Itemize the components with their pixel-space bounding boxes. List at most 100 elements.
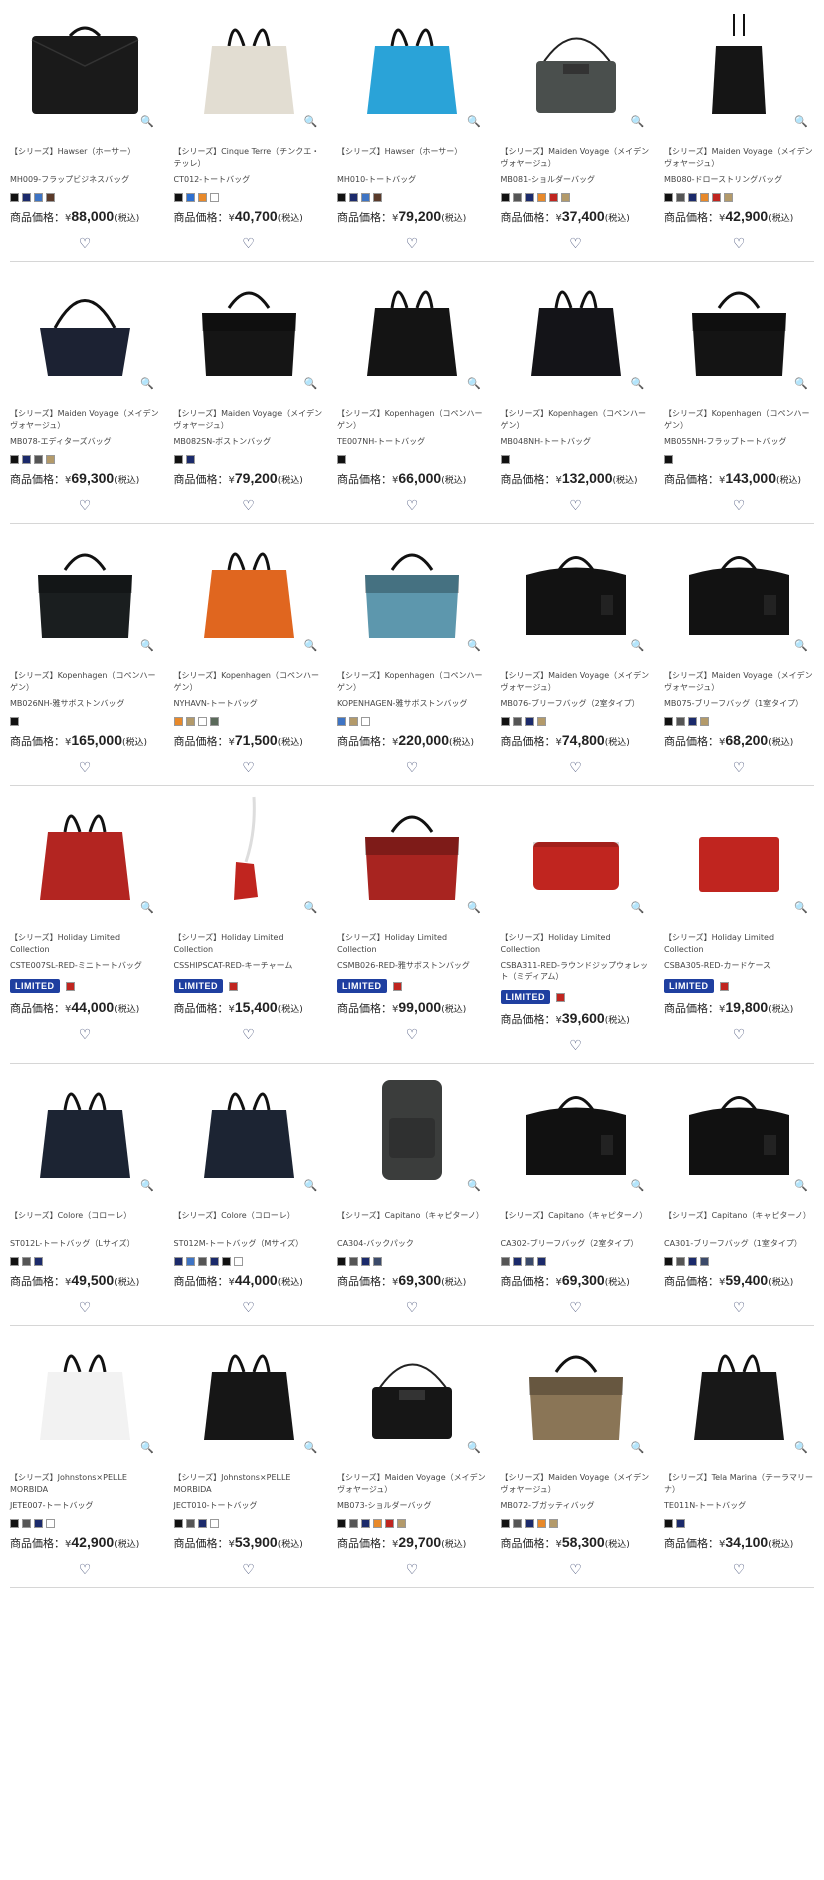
favorite-heart-icon[interactable]: ♡ — [10, 235, 160, 261]
color-swatch[interactable] — [22, 193, 31, 202]
series-label[interactable]: 【シリーズ】Hawser（ホーサー） — [10, 146, 160, 170]
favorite-heart-icon[interactable]: ♡ — [664, 1299, 814, 1325]
color-swatch[interactable] — [512, 193, 522, 202]
favorite-heart-icon[interactable]: ♡ — [337, 759, 487, 785]
product-card[interactable]: 🔍 【シリーズ】Hawser（ホーサー） MH009-フラップビジネスバッグ 商品価格… — [10, 6, 160, 261]
favorite-heart-icon[interactable]: ♡ — [664, 235, 814, 261]
product-card[interactable]: 🔍 【シリーズ】Kopenhagen（コペンハーゲン） NYHAVN-トートバッグ商… — [173, 530, 324, 785]
favorite-heart-icon[interactable]: ♡ — [10, 497, 160, 523]
product-image[interactable]: 🔍 — [174, 268, 324, 390]
color-swatch[interactable] — [349, 1519, 358, 1528]
color-swatch[interactable] — [500, 717, 510, 726]
color-swatch[interactable] — [700, 717, 709, 726]
series-label[interactable]: 【シリーズ】Capitano（キャピターノ） — [501, 1210, 651, 1234]
favorite-heart-icon[interactable]: ♡ — [337, 235, 487, 261]
color-swatch[interactable] — [197, 1257, 207, 1266]
series-label[interactable]: 【シリーズ】Kopenhagen（コペンハーゲン） — [337, 408, 487, 432]
series-label[interactable]: 【シリーズ】Holiday Limited Collection — [337, 932, 487, 956]
favorite-heart-icon[interactable]: ♡ — [10, 1299, 160, 1325]
color-swatch[interactable] — [65, 981, 75, 991]
zoom-icon[interactable]: 🔍 — [794, 901, 808, 914]
product-name[interactable]: CSTE007SL-RED-ミニトートバッグ — [10, 960, 160, 971]
favorite-heart-icon[interactable]: ♡ — [10, 1561, 160, 1587]
zoom-icon[interactable]: 🔍 — [140, 377, 154, 390]
color-swatch[interactable] — [233, 1257, 243, 1266]
zoom-icon[interactable]: 🔍 — [140, 1179, 154, 1192]
color-swatch[interactable] — [548, 193, 558, 202]
product-image[interactable]: 🔍 — [337, 268, 487, 390]
zoom-icon[interactable]: 🔍 — [304, 377, 318, 390]
favorite-heart-icon[interactable]: ♡ — [664, 1026, 814, 1052]
favorite-heart-icon[interactable]: ♡ — [337, 1026, 487, 1052]
favorite-heart-icon[interactable]: ♡ — [174, 1561, 324, 1587]
zoom-icon[interactable]: 🔍 — [304, 1441, 318, 1454]
product-name[interactable]: MH010-トートバッグ — [337, 174, 487, 185]
favorite-heart-icon[interactable]: ♡ — [501, 235, 651, 261]
series-label[interactable]: 【シリーズ】Capitano（キャピターノ） — [337, 1210, 487, 1234]
color-swatch[interactable] — [688, 717, 697, 726]
color-swatch[interactable] — [337, 1257, 346, 1266]
color-swatch[interactable] — [10, 455, 19, 464]
color-swatch[interactable] — [185, 455, 195, 464]
color-swatch[interactable] — [500, 455, 510, 464]
product-card[interactable]: 🔍 【シリーズ】Maiden Voyage（メイデンヴォヤージュ） MB081-ショ… — [500, 6, 651, 261]
series-label[interactable]: 【シリーズ】Maiden Voyage（メイデンヴォヤージュ） — [501, 146, 651, 170]
product-image[interactable]: 🔍 — [664, 6, 814, 128]
product-image[interactable]: 🔍 — [10, 1332, 160, 1454]
product-card[interactable]: 🔍 【シリーズ】Kopenhagen（コペンハーゲン） MB055NH-フラップトー… — [664, 268, 814, 523]
product-card[interactable]: 🔍 【シリーズ】Kopenhagen（コペンハーゲン） TE007NH-トートバッグ… — [337, 268, 487, 523]
product-name[interactable]: CA304-バックパック — [337, 1238, 487, 1249]
color-swatch[interactable] — [46, 455, 55, 464]
series-label[interactable]: 【シリーズ】Kopenhagen（コペンハーゲン） — [501, 408, 651, 432]
product-name[interactable]: NYHAVN-トートバッグ — [174, 698, 324, 709]
product-card[interactable]: 🔍 【シリーズ】Hawser（ホーサー） MH010-トートバッグ 商品価格：¥79,… — [337, 6, 487, 261]
color-swatch[interactable] — [197, 717, 207, 726]
color-swatch[interactable] — [34, 455, 43, 464]
color-swatch[interactable] — [221, 1257, 231, 1266]
product-image[interactable]: 🔍 — [664, 1070, 814, 1192]
color-swatch[interactable] — [397, 1519, 406, 1528]
zoom-icon[interactable]: 🔍 — [631, 901, 645, 914]
product-card[interactable]: 🔍 【シリーズ】Holiday Limited Collection CSMB026… — [337, 792, 487, 1063]
product-image[interactable]: 🔍 — [501, 1070, 651, 1192]
color-swatch[interactable] — [664, 193, 673, 202]
favorite-heart-icon[interactable]: ♡ — [174, 1026, 324, 1052]
series-label[interactable]: 【シリーズ】Johnstons×PELLE MORBIDA — [10, 1472, 160, 1496]
product-name[interactable]: JECT010-トートバッグ — [174, 1500, 324, 1511]
favorite-heart-icon[interactable]: ♡ — [664, 1561, 814, 1587]
color-swatch[interactable] — [676, 193, 685, 202]
color-swatch[interactable] — [536, 193, 546, 202]
color-swatch[interactable] — [197, 193, 207, 202]
product-card[interactable]: 🔍 【シリーズ】Colore（コローレ） ST012M-トートバッグ（Mサイズ） 商品… — [173, 1070, 324, 1325]
product-name[interactable]: MB026NH-雅サボストンバッグ — [10, 698, 160, 709]
series-label[interactable]: 【シリーズ】Holiday Limited Collection — [501, 932, 651, 956]
product-name[interactable]: CT012-トートバッグ — [174, 174, 324, 185]
product-image[interactable]: 🔍 — [174, 1070, 324, 1192]
product-image[interactable]: 🔍 — [337, 1332, 487, 1454]
series-label[interactable]: 【シリーズ】Kopenhagen（コペンハーゲン） — [337, 670, 487, 694]
product-name[interactable]: CA301-ブリーフバッグ（1室タイプ） — [664, 1238, 814, 1249]
favorite-heart-icon[interactable]: ♡ — [10, 759, 160, 785]
favorite-heart-icon[interactable]: ♡ — [664, 759, 814, 785]
color-swatch[interactable] — [536, 1519, 546, 1528]
product-name[interactable]: CSSHIPSCAT-RED-キーチャーム — [174, 960, 324, 971]
color-swatch[interactable] — [22, 1257, 31, 1266]
series-label[interactable]: 【シリーズ】Cinque Terre（チンクエ・テッレ） — [174, 146, 324, 170]
color-swatch[interactable] — [664, 1257, 673, 1266]
product-name[interactable]: KOPENHAGEN-雅サボストンバッグ — [337, 698, 487, 709]
zoom-icon[interactable]: 🔍 — [140, 901, 154, 914]
favorite-heart-icon[interactable]: ♡ — [501, 759, 651, 785]
product-image[interactable]: 🔍 — [337, 530, 487, 652]
product-card[interactable]: 🔍 【シリーズ】Johnstons×PELLE MORBIDA JECT010-トー… — [173, 1332, 324, 1587]
color-swatch[interactable] — [349, 717, 358, 726]
product-name[interactable]: MB072-ブガッティバッグ — [501, 1500, 651, 1511]
product-card[interactable]: 🔍 【シリーズ】Kopenhagen（コペンハーゲン） MB026NH-雅サボストン… — [10, 530, 160, 785]
zoom-icon[interactable]: 🔍 — [631, 115, 645, 128]
series-label[interactable]: 【シリーズ】Capitano（キャピターノ） — [664, 1210, 814, 1234]
product-card[interactable]: 🔍 【シリーズ】Johnstons×PELLE MORBIDA JETE007-トー… — [10, 1332, 160, 1587]
product-card[interactable]: 🔍 【シリーズ】Maiden Voyage（メイデンヴォヤージュ） MB076-ブリ… — [500, 530, 651, 785]
color-swatch[interactable] — [337, 193, 346, 202]
color-swatch[interactable] — [676, 1257, 685, 1266]
series-label[interactable]: 【シリーズ】Maiden Voyage（メイデンヴォヤージュ） — [664, 146, 814, 170]
zoom-icon[interactable]: 🔍 — [631, 1179, 645, 1192]
